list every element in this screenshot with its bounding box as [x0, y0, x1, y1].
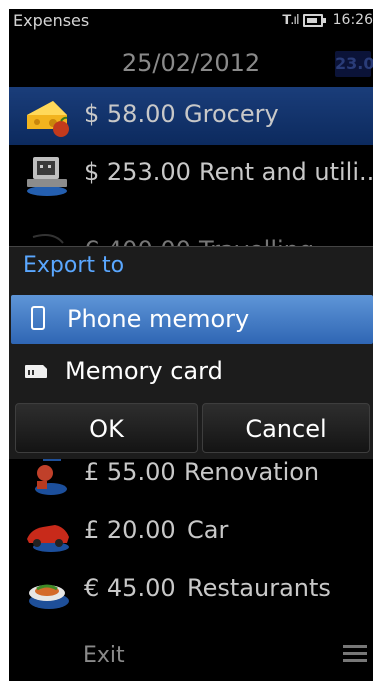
expense-category: Renovation: [184, 458, 320, 486]
status-icons: 𝗧.ıl 16:26: [282, 11, 373, 29]
softkey-bar: Exit: [9, 637, 373, 681]
export-dialog: Export to Phone memory Memory card OK Ca…: [9, 246, 373, 459]
expense-category: Restaurants: [187, 574, 331, 602]
option-label: Phone memory: [67, 305, 250, 333]
option-memory-card[interactable]: Memory card: [9, 347, 373, 396]
date-label: 25/02/2012: [121, 49, 261, 77]
battery-icon: [302, 13, 326, 27]
date-header: 25/02/2012 23.0: [9, 49, 373, 81]
app-screen: Expenses 𝗧.ıl 16:26 25/02/2012 23.0 $ 58…: [9, 9, 373, 681]
cheese-icon: [27, 101, 69, 137]
expense-category: Grocery: [184, 100, 279, 128]
restaurant-icon: [29, 584, 69, 609]
phone-icon: [31, 306, 45, 330]
expense-row-restaurants[interactable]: € 45.00 Restaurants: [9, 561, 373, 619]
expense-row-car[interactable]: £ 20.00 Car: [9, 503, 373, 561]
expense-amount: £ 55.00: [84, 458, 176, 486]
app-title: Expenses: [13, 11, 90, 30]
expense-row-rent[interactable]: $ 253.00 Rent and utili...: [9, 145, 373, 203]
expense-amount: $ 58.00: [84, 100, 176, 128]
computer-icon: [27, 157, 67, 196]
dialog-title: Export to: [23, 253, 125, 278]
car-icon: [27, 525, 69, 552]
expense-category: Rent and utili...: [199, 158, 373, 186]
expense-amount: £ 20.00: [84, 516, 176, 544]
status-bar: Expenses 𝗧.ıl 16:26: [9, 9, 373, 31]
cancel-button[interactable]: Cancel: [202, 403, 370, 453]
memory-card-icon: [25, 365, 47, 378]
expense-amount: $ 253.00: [84, 158, 191, 186]
exit-button[interactable]: Exit: [83, 643, 125, 668]
signal-icon: 𝗧.ıl: [282, 12, 299, 28]
option-label: Memory card: [65, 357, 223, 385]
expense-category: Car: [187, 516, 229, 544]
ok-button[interactable]: OK: [15, 403, 198, 453]
option-phone-memory[interactable]: Phone memory: [11, 295, 373, 344]
expense-amount: € 45.00: [84, 574, 176, 602]
calendar-icon[interactable]: 23.0: [335, 51, 373, 77]
expense-row-grocery[interactable]: $ 58.00 Grocery: [9, 87, 373, 145]
menu-icon[interactable]: [343, 645, 367, 665]
clock: 16:26: [332, 12, 373, 28]
